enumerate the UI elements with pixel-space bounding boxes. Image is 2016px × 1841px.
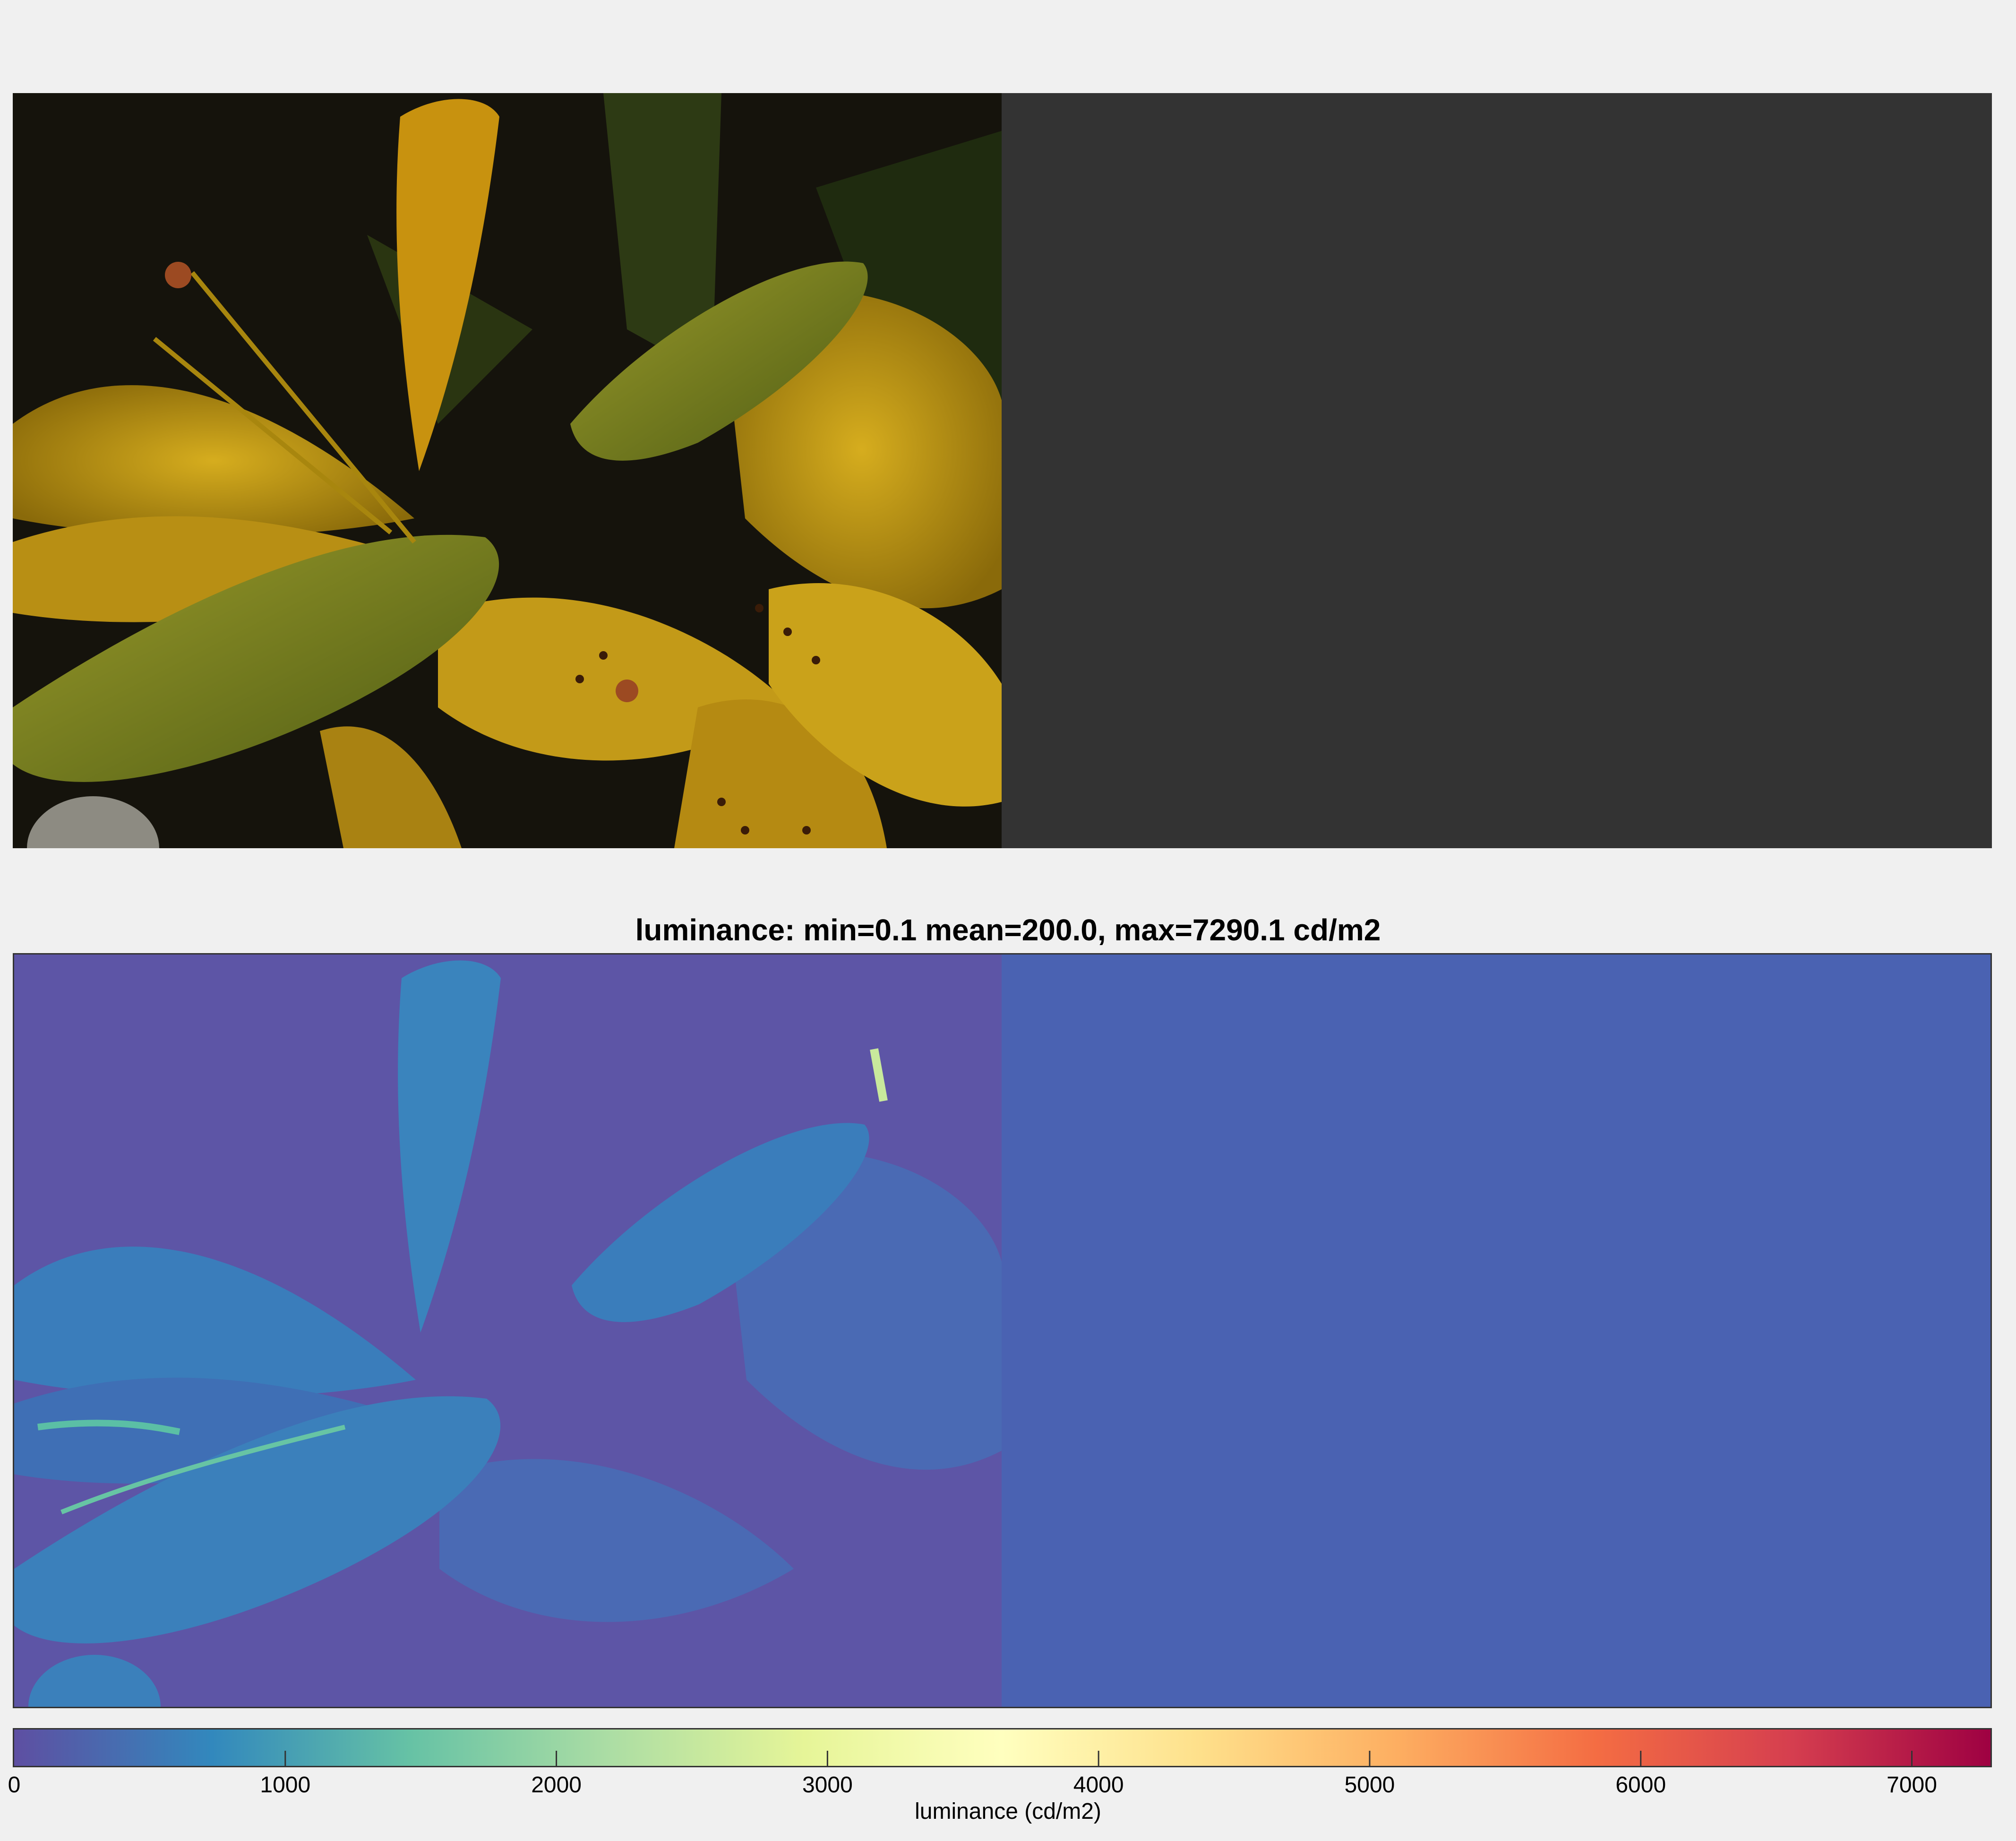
- plot-title: luminance: min=0.1 mean=200.0, max=7290.…: [635, 913, 1381, 947]
- colorbar-tick-label: 3000: [802, 1772, 853, 1798]
- colorbar-tick-label: 7000: [1887, 1772, 1937, 1798]
- colorbar-label: luminance (cd/m2): [915, 1799, 1101, 1824]
- colorbar-tick-label: 4000: [1073, 1772, 1124, 1798]
- colorbar-tick-label: 5000: [1344, 1772, 1395, 1798]
- colorbar: [13, 1728, 1992, 1767]
- lily-photo: [13, 93, 1992, 848]
- colorbar-tick-label: 6000: [1615, 1772, 1666, 1798]
- luminance-image: [14, 955, 1990, 1707]
- colorbar-gradient: [14, 1729, 1990, 1766]
- luminance-heatmap: [13, 953, 1992, 1708]
- colorbar-tick-label: 1000: [260, 1772, 311, 1798]
- colorbar-tick-label: 2000: [531, 1772, 582, 1798]
- colorbar-tick-label: 0: [8, 1772, 21, 1798]
- photo-panel: [13, 93, 1992, 848]
